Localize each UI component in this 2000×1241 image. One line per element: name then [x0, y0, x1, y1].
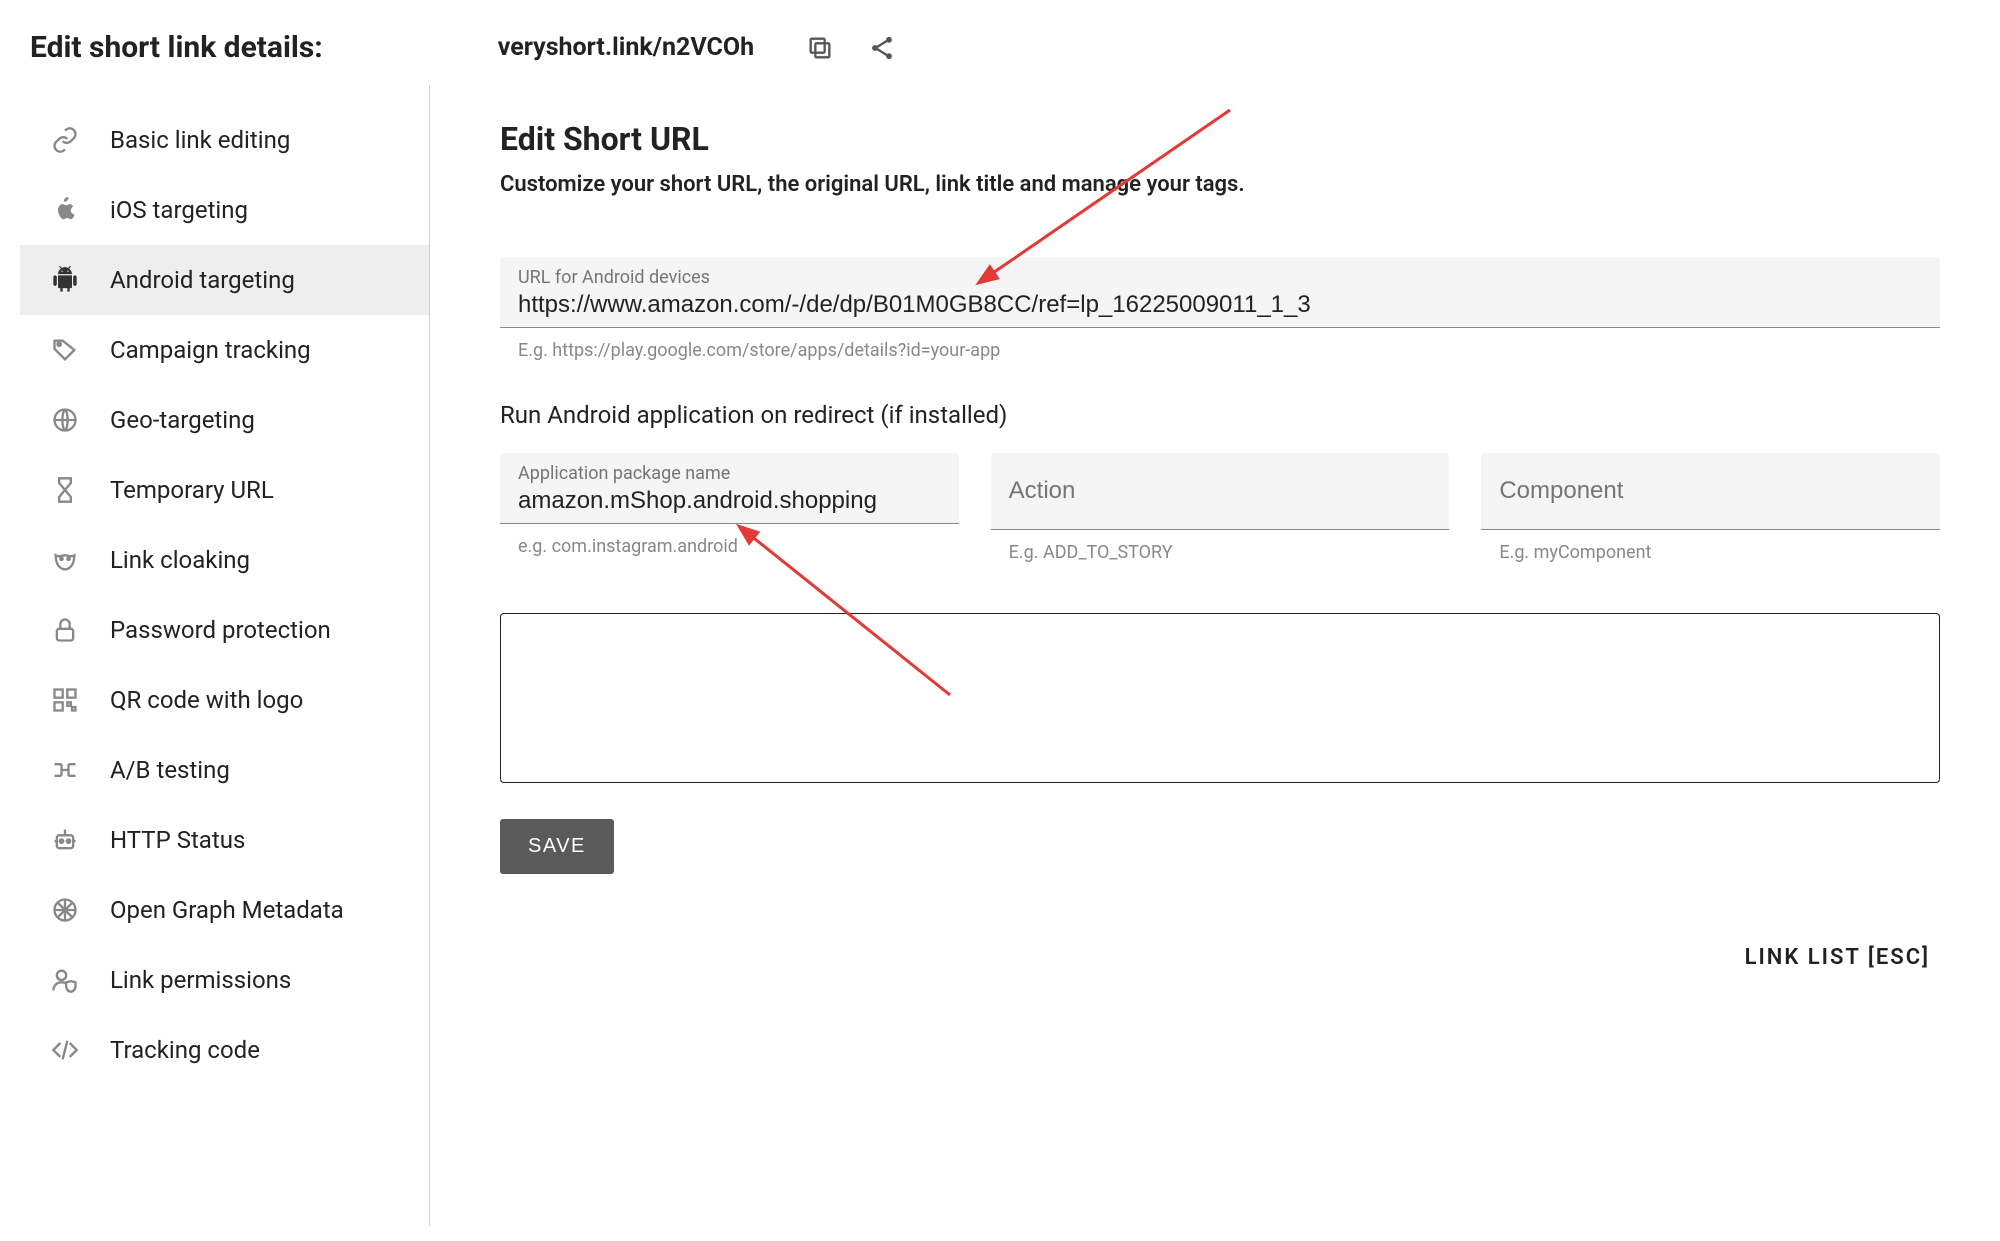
apple-icon: [50, 195, 80, 225]
android-icon: [50, 265, 80, 295]
sidebar-item-tracking-code[interactable]: Tracking code: [20, 1015, 429, 1085]
sidebar-item-label: Basic link editing: [110, 126, 290, 154]
android-url-input[interactable]: [518, 291, 1922, 319]
user-shield-icon: [50, 965, 80, 995]
run-app-heading: Run Android application on redirect (if …: [500, 401, 1940, 429]
sidebar-item-basic[interactable]: Basic link editing: [20, 105, 429, 175]
hourglass-icon: [50, 475, 80, 505]
android-url-hint: E.g. https://play.google.com/store/apps/…: [518, 340, 1940, 361]
sidebar-item-ab[interactable]: A/B testing: [20, 735, 429, 805]
main-heading: Edit Short URL: [500, 120, 1940, 158]
component-hint: E.g. myComponent: [1499, 542, 1940, 563]
web-icon: [50, 895, 80, 925]
sidebar-item-label: HTTP Status: [110, 826, 245, 854]
action-field[interactable]: [991, 453, 1450, 530]
main-subtitle: Customize your short URL, the original U…: [500, 172, 1940, 197]
sidebar-item-label: Android targeting: [110, 266, 295, 294]
sidebar-item-label: Tracking code: [110, 1036, 260, 1064]
sidebar-item-password[interactable]: Password protection: [20, 595, 429, 665]
sidebar-item-label: Geo-targeting: [110, 406, 255, 434]
tag-icon: [50, 335, 80, 365]
lock-icon: [50, 615, 80, 645]
sidebar-item-label: iOS targeting: [110, 196, 248, 224]
sidebar-item-label: Link cloaking: [110, 546, 250, 574]
qr-icon: [50, 685, 80, 715]
sidebar-item-label: Link permissions: [110, 966, 291, 994]
sidebar-item-android[interactable]: Android targeting: [20, 245, 429, 315]
mask-icon: [50, 545, 80, 575]
sidebar-item-http[interactable]: HTTP Status: [20, 805, 429, 875]
package-input[interactable]: [518, 487, 941, 515]
sidebar-item-label: A/B testing: [110, 756, 230, 784]
component-input[interactable]: [1499, 477, 1922, 505]
code-icon: [50, 1035, 80, 1065]
action-hint: E.g. ADD_TO_STORY: [1009, 542, 1450, 563]
sidebar-item-ios[interactable]: iOS targeting: [20, 175, 429, 245]
header-actions: [804, 32, 898, 64]
sidebar-item-campaign[interactable]: Campaign tracking: [20, 315, 429, 385]
robot-icon: [50, 825, 80, 855]
save-button[interactable]: SAVE: [500, 819, 614, 874]
sidebar-item-cloaking[interactable]: Link cloaking: [20, 525, 429, 595]
link-list-button[interactable]: LINK LIST [ESC]: [1745, 945, 1930, 970]
page-title: Edit short link details:: [30, 30, 323, 65]
component-field[interactable]: [1481, 453, 1940, 530]
package-field[interactable]: Application package name: [500, 453, 959, 524]
link-icon: [50, 125, 80, 155]
extra-textarea[interactable]: [500, 613, 1940, 783]
sidebar-item-label: Campaign tracking: [110, 336, 311, 364]
sidebar-item-geo[interactable]: Geo-targeting: [20, 385, 429, 455]
sidebar: Basic link editing iOS targeting Android…: [20, 85, 430, 1226]
globe-icon: [50, 405, 80, 435]
copy-icon[interactable]: [804, 32, 836, 64]
share-icon[interactable]: [866, 32, 898, 64]
sidebar-item-temporary[interactable]: Temporary URL: [20, 455, 429, 525]
sidebar-item-qr[interactable]: QR code with logo: [20, 665, 429, 735]
split-icon: [50, 755, 80, 785]
action-input[interactable]: [1009, 477, 1432, 505]
sidebar-item-permissions[interactable]: Link permissions: [20, 945, 429, 1015]
sidebar-item-label: Temporary URL: [110, 476, 274, 504]
sidebar-item-label: Password protection: [110, 616, 331, 644]
android-url-label: URL for Android devices: [518, 267, 1922, 288]
sidebar-item-og[interactable]: Open Graph Metadata: [20, 875, 429, 945]
package-hint: e.g. com.instagram.android: [518, 536, 959, 557]
short-link-display: veryshort.link/n2VCOh: [498, 33, 754, 62]
sidebar-item-label: QR code with logo: [110, 686, 303, 714]
android-url-field[interactable]: URL for Android devices: [500, 257, 1940, 328]
header: Edit short link details: veryshort.link/…: [0, 0, 2000, 85]
sidebar-item-label: Open Graph Metadata: [110, 896, 344, 924]
package-label: Application package name: [518, 463, 941, 484]
main-content: Edit Short URL Customize your short URL,…: [430, 85, 2000, 1226]
